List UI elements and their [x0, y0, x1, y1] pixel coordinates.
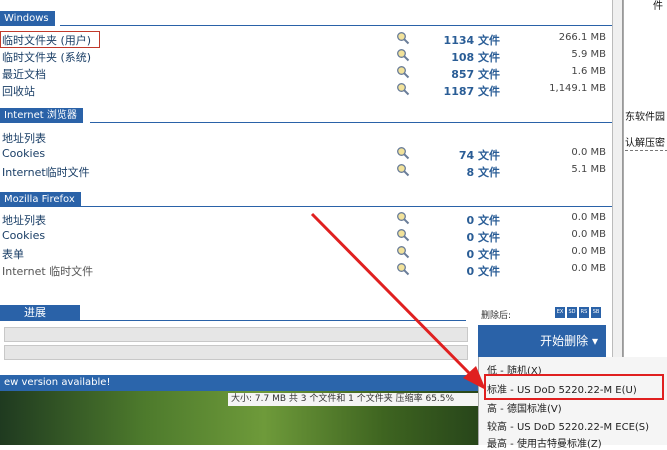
magnifier-icon[interactable]: [396, 163, 410, 177]
list-item[interactable]: 回收站 1187 文件 1,149.1 MB: [0, 82, 612, 99]
progress-header: 进展: [0, 305, 80, 321]
item-size: 0.0 MB: [571, 246, 606, 257]
item-size: 266.1 MB: [558, 32, 606, 43]
item-size: 5.9 MB: [571, 49, 606, 60]
cleaner-list: Windows 临时文件夹 (用户) 1134 文件 266.1 MB 临时文件…: [0, 0, 612, 370]
item-name: Cookies: [2, 147, 46, 160]
item-name: 临时文件夹 (系统): [2, 51, 92, 64]
sb-button[interactable]: SB: [591, 307, 601, 318]
item-size: 1,149.1 MB: [549, 83, 606, 94]
item-count: 1134 文件: [443, 34, 500, 47]
magnifier-icon[interactable]: [396, 82, 410, 96]
sd-button[interactable]: SD: [567, 307, 577, 318]
item-count: 1187 文件: [443, 85, 500, 98]
side-text-2: 认解压密: [625, 138, 665, 149]
highlight-box: [484, 374, 664, 400]
item-name: Cookies: [2, 229, 46, 242]
item-count: 8 文件: [466, 166, 500, 179]
magnifier-icon[interactable]: [396, 245, 410, 259]
magnifier-icon[interactable]: [396, 211, 410, 225]
section-header-ie: Internet 浏览器: [0, 108, 83, 123]
list-item[interactable]: Internet临时文件 8 文件 5.1 MB: [0, 163, 612, 180]
magnifier-icon[interactable]: [396, 146, 410, 160]
item-name: 表单: [2, 248, 24, 261]
item-name: Internet 临时文件: [2, 265, 94, 278]
list-item[interactable]: Cookies 0 文件 0.0 MB: [0, 228, 612, 245]
list-item[interactable]: 地址列表 0 文件 0.0 MB: [0, 211, 612, 228]
list-item[interactable]: 临时文件夹 (用户) 1134 文件 266.1 MB: [0, 31, 612, 48]
ex-button[interactable]: EX: [555, 307, 565, 318]
item-name: 最近文档: [2, 68, 46, 81]
item-name: 回收站: [2, 85, 35, 98]
item-count: 0 文件: [466, 248, 500, 261]
panel-border: [623, 0, 624, 370]
section-header-firefox: Mozilla Firefox: [0, 192, 81, 207]
section-divider: [60, 25, 612, 26]
list-item[interactable]: Cookies 74 文件 0.0 MB: [0, 146, 612, 163]
section-header-windows: Windows: [0, 11, 55, 26]
item-name: Internet临时文件: [2, 166, 90, 179]
list-item[interactable]: 最近文档 857 文件 1.6 MB: [0, 65, 612, 82]
rs-button[interactable]: RS: [579, 307, 589, 318]
item-size: 0.0 MB: [571, 263, 606, 274]
list-item[interactable]: 地址列表: [0, 129, 612, 146]
progress-bar-primary: [4, 327, 468, 342]
list-item[interactable]: 临时文件夹 (系统) 108 文件 5.9 MB: [0, 48, 612, 65]
item-count: 108 文件: [451, 51, 500, 64]
wipe-method-menu: 低 - 随机(X) 标准 - US DoD 5220.22-M E(U) 高 -…: [478, 357, 667, 450]
item-count: 74 文件: [458, 149, 500, 162]
side-text-1: 东软件园: [625, 112, 665, 123]
item-name: 地址列表: [2, 132, 46, 145]
magnifier-icon[interactable]: [396, 65, 410, 79]
item-count: 0 文件: [466, 265, 500, 278]
magnifier-icon[interactable]: [396, 48, 410, 62]
item-size: 0.0 MB: [571, 212, 606, 223]
focus-outline: [0, 31, 100, 48]
menu-item-higher[interactable]: 较高 - US DoD 5220.22-M ECE(S): [487, 418, 649, 433]
update-banner[interactable]: ew version available!: [0, 375, 480, 391]
archive-info-strip: 大小: 7.7 MB 共 3 个文件和 1 个文件夹 压缩率 65.5%: [228, 393, 478, 406]
item-count: 0 文件: [466, 214, 500, 227]
item-name: 地址列表: [2, 214, 46, 227]
item-count: 857 文件: [451, 68, 500, 81]
item-size: 0.0 MB: [571, 229, 606, 240]
item-size: 5.1 MB: [571, 164, 606, 175]
after-delete-label: 删除后:: [481, 311, 512, 321]
magnifier-icon[interactable]: [396, 228, 410, 242]
dashed-line: [625, 150, 667, 151]
menu-item-highest[interactable]: 最高 - 使用古特曼标准(Z): [487, 435, 602, 450]
list-item[interactable]: Internet 临时文件 0 文件 0.0 MB: [0, 262, 612, 279]
start-delete-button[interactable]: 开始删除 ▾: [478, 325, 606, 357]
magnifier-icon[interactable]: [396, 262, 410, 276]
progress-bar-secondary: [4, 345, 468, 360]
item-count: 0 文件: [466, 231, 500, 244]
section-divider: [80, 320, 466, 321]
item-size: 0.0 MB: [571, 147, 606, 158]
side-text-top: 件: [653, 1, 663, 12]
section-divider: [80, 206, 612, 207]
list-item[interactable]: 表单 0 文件 0.0 MB: [0, 245, 612, 262]
menu-item-high[interactable]: 高 - 德国标准(V): [487, 400, 562, 415]
item-size: 1.6 MB: [571, 66, 606, 77]
magnifier-icon[interactable]: [396, 31, 410, 45]
background-window-content: 件 东软件园 认解压密: [622, 0, 667, 370]
section-divider: [90, 122, 612, 123]
